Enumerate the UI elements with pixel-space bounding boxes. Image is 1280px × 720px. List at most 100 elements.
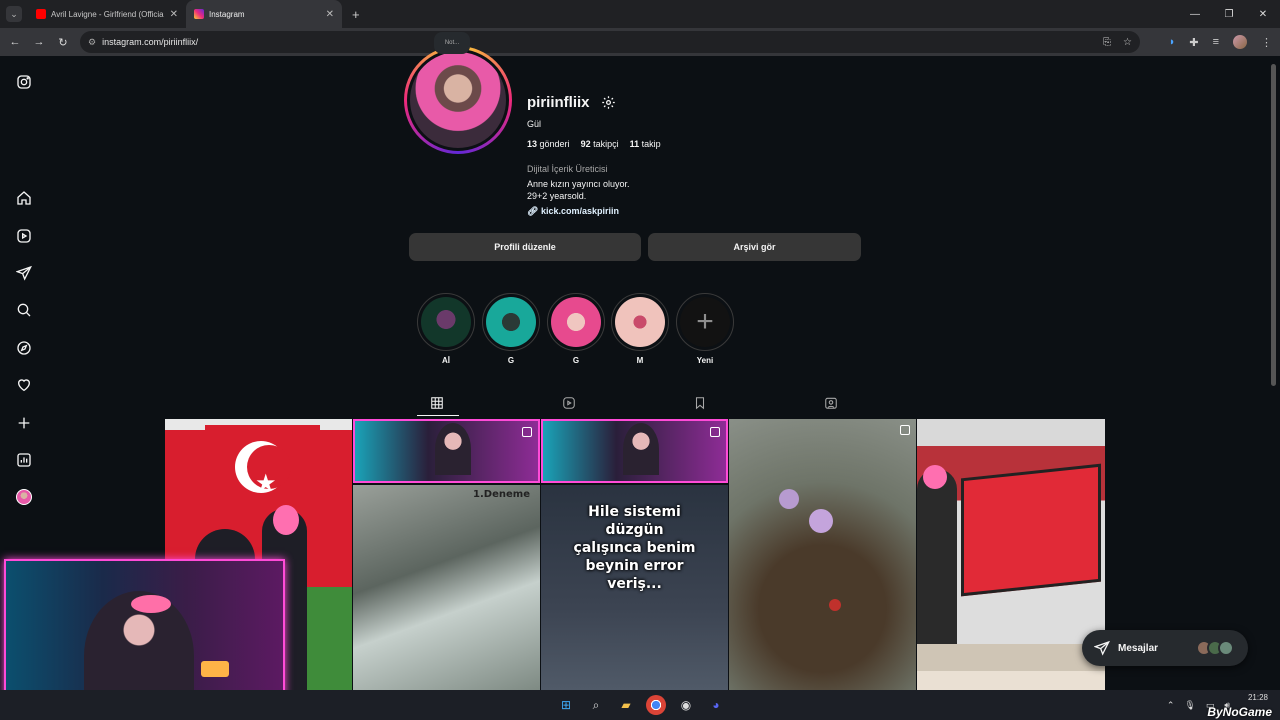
instagram-favicon-icon	[194, 9, 204, 19]
menu-kebab-icon[interactable]: ⋮	[1261, 36, 1272, 49]
extensions-puzzle-icon[interactable]: ✚	[1189, 36, 1198, 49]
close-tab-icon[interactable]: ✕	[170, 9, 178, 20]
new-highlight-button[interactable]: + Yeni	[676, 293, 734, 365]
highlight-item[interactable]: G	[482, 293, 540, 365]
close-tab-icon[interactable]: ✕	[326, 9, 334, 20]
post-thumbnail-reel[interactable]	[541, 419, 728, 483]
followers-label: takipçi	[593, 139, 619, 149]
following-label: takip	[641, 139, 661, 149]
microphone-icon[interactable]: 🎙︎	[1184, 700, 1195, 711]
file-explorer-icon[interactable]: ▰	[616, 695, 636, 715]
profile-link-text: kick.com/askpiriin	[540, 206, 619, 216]
highlight-item[interactable]: G	[547, 293, 605, 365]
profile-avatar-icon[interactable]	[15, 488, 33, 506]
highlight-item[interactable]: Aİ	[417, 293, 475, 365]
post-thumbnail[interactable]	[917, 419, 1105, 690]
tab-posts-grid[interactable]	[417, 389, 457, 417]
reels-icon[interactable]	[15, 227, 33, 245]
back-icon[interactable]: ←	[3, 36, 27, 48]
tv-screen	[961, 463, 1101, 597]
search-icon[interactable]: ⌕	[586, 695, 606, 715]
messages-floating-button[interactable]: Mesajlar	[1082, 630, 1248, 666]
tab-tagged[interactable]	[811, 389, 851, 417]
tab-instagram[interactable]: Instagram ✕	[186, 0, 342, 28]
reload-icon[interactable]: ↻	[51, 36, 75, 49]
messages-send-icon[interactable]	[15, 264, 33, 282]
minimize-button[interactable]: —	[1178, 9, 1212, 20]
edit-profile-button[interactable]: Profili düzenle	[409, 233, 641, 261]
orchid-flower	[809, 509, 833, 533]
new-highlight-circle: +	[676, 293, 734, 351]
page-scrollbar[interactable]	[1271, 64, 1276, 386]
tab-youtube[interactable]: Avril Lavigne - Girlfriend (Officia ✕	[28, 0, 186, 28]
bookmark-star-icon[interactable]: ☆	[1123, 37, 1132, 48]
profile-avatar-icon[interactable]	[1233, 35, 1247, 49]
tab-reels[interactable]	[549, 389, 589, 417]
post-thumbnail-partial[interactable]	[917, 671, 1105, 690]
youtube-icon	[36, 9, 46, 19]
profile-avatar	[407, 49, 509, 151]
person-figure	[917, 469, 957, 669]
chrome-icon[interactable]	[646, 695, 666, 715]
messages-label: Mesajlar	[1118, 642, 1159, 654]
window-controls: — ❐ ✕	[1178, 0, 1280, 28]
post-overlay-text: Hile sistemi düzgün çalışınca benim beyn…	[573, 504, 696, 592]
maximize-button[interactable]: ❐	[1212, 9, 1246, 20]
explore-compass-icon[interactable]	[15, 339, 33, 357]
following-stat[interactable]: 11 takip	[630, 139, 661, 149]
address-bar[interactable]: ⚙ instagram.com/piriinfliix/ ⎘ ☆	[80, 31, 1140, 53]
highlight-item[interactable]: M	[611, 293, 669, 365]
discord-icon[interactable]: ◕	[706, 695, 726, 715]
instagram-logo-icon[interactable]	[15, 73, 33, 91]
note-text: Not...	[444, 40, 460, 46]
highlight-cover	[482, 293, 540, 351]
notifications-heart-icon[interactable]	[15, 376, 33, 394]
search-icon[interactable]	[15, 301, 33, 319]
flag-star-icon: ★	[255, 470, 277, 497]
highlight-cover	[417, 293, 475, 351]
post-thumbnail[interactable]	[729, 419, 916, 690]
windows-start-icon[interactable]: ⊞	[556, 695, 576, 715]
settings-gear-icon[interactable]	[601, 95, 616, 110]
message-avatars	[1196, 640, 1234, 656]
post-thumbnail-reel[interactable]	[353, 419, 540, 483]
profile-note-bubble[interactable]: Not...	[434, 32, 470, 54]
highlight-label: Yeni	[696, 356, 714, 365]
profile-bio-line-2: 29+2 yearsold.	[527, 191, 587, 201]
highlight-label: G	[572, 356, 580, 365]
post-thumbnail[interactable]: Hile sistemi düzgün çalışınca benim beyn…	[541, 485, 728, 690]
post-thumbnail[interactable]: 1.Deneme	[353, 485, 540, 690]
profile-stats: 13 gönderi 92 takipçi 11 takip	[527, 139, 661, 149]
forward-icon[interactable]: →	[27, 36, 51, 48]
new-tab-button[interactable]: +	[352, 7, 360, 22]
site-info-icon[interactable]: ⚙	[88, 37, 96, 48]
messages-send-icon	[1094, 640, 1110, 656]
view-archive-button[interactable]: Arşivi gör	[648, 233, 861, 261]
tab-search-dropdown-icon[interactable]: ⌄	[6, 6, 22, 22]
highlight-cover	[611, 293, 669, 351]
followers-stat[interactable]: 92 takipçi	[581, 139, 619, 149]
home-icon[interactable]	[15, 189, 33, 207]
link-chain-icon: 🔗︎	[527, 206, 539, 216]
dashboard-insights-icon[interactable]	[15, 451, 33, 469]
posts-stat: 13 gönderi	[527, 139, 570, 149]
profile-avatar-ring[interactable]	[404, 46, 512, 154]
create-plus-icon[interactable]	[15, 414, 33, 432]
followers-count: 92	[580, 139, 591, 149]
obs-icon[interactable]: ◉	[676, 695, 696, 715]
taskbar-apps: ⊞ ⌕ ▰ ◉ ◕	[556, 695, 726, 715]
highlight-label: G	[507, 356, 515, 365]
profile-category: Dijital İçerik Üreticisi	[527, 164, 608, 174]
desk-lamp	[201, 661, 229, 677]
taskbar-clock[interactable]: 21:28	[1248, 692, 1268, 704]
windows-taskbar: ⊞ ⌕ ▰ ◉ ◕ ⌃ 🎙︎ ▭ 🔊︎ 21:28	[0, 690, 1280, 720]
carousel-badge-icon	[900, 425, 910, 435]
reading-list-icon[interactable]: ≡	[1213, 36, 1219, 48]
close-window-button[interactable]: ✕	[1246, 9, 1280, 20]
tab-saved[interactable]	[680, 389, 720, 417]
extension-icon[interactable]: ◗	[1169, 36, 1176, 48]
tray-chevron-icon[interactable]: ⌃	[1167, 700, 1175, 711]
profile-link[interactable]: 🔗︎ kick.com/askpiriin	[527, 206, 619, 217]
install-app-icon[interactable]: ⎘	[1103, 37, 1111, 48]
highlight-cover	[547, 293, 605, 351]
